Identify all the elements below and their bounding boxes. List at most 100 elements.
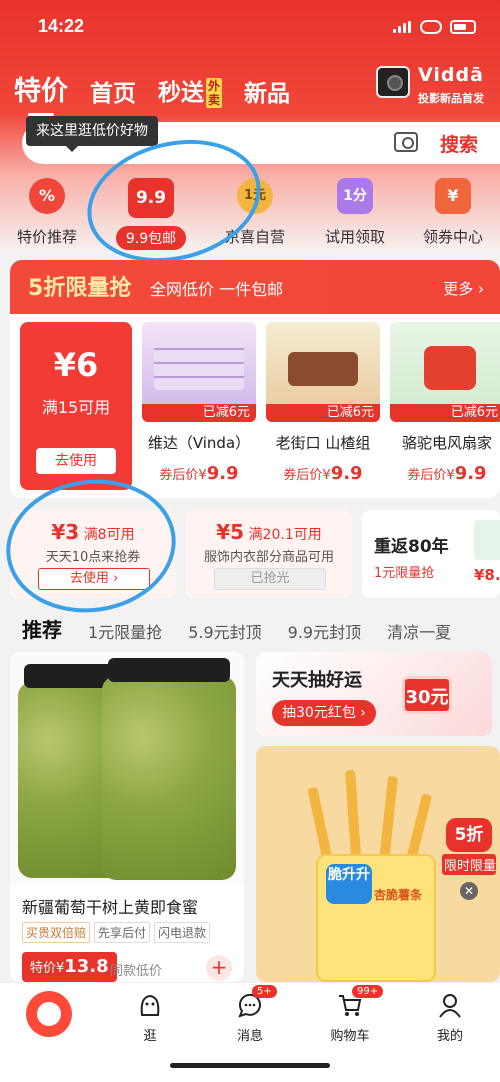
chevron-right-icon: › (478, 280, 484, 298)
flash-sale-header[interactable]: 5折限量抢 全网低价 一件包邮 更多 › (10, 260, 500, 314)
jar-lid (108, 658, 230, 682)
lucky-draw-button[interactable]: 抽30元红包 › (272, 700, 376, 726)
percent-icon: % (29, 178, 65, 214)
snack-flavor: 杏脆薯条 (374, 888, 423, 902)
status-time: 14:22 (38, 16, 85, 36)
product-title: 新疆葡萄干树上黄即食蜜 (22, 898, 199, 917)
gift-box-icon: 9.9 (128, 178, 174, 218)
discount-badge: 已减6元 (142, 404, 256, 422)
user-icon (436, 991, 464, 1019)
retro-subtitle: 1元限量抢 (374, 566, 435, 581)
flash-sale-subtitle: 全网低价 一件包邮 (150, 280, 284, 299)
flash-product[interactable]: 已减6元 老街口 山楂组 券后价¥9.9 (266, 322, 380, 490)
more-link[interactable]: 更多 › (443, 278, 484, 299)
nav-label: 消息 (236, 1029, 263, 1044)
product-tags: 买贵双倍赔 先享后付 闪电退款 (22, 922, 211, 943)
flash-sale-card: 5折限量抢 全网低价 一件包邮 更多 › ¥6 满15可用 去使用 已减6元 维… (10, 260, 500, 498)
tab-home[interactable]: 首页 (90, 74, 136, 108)
tissue-pack-image (154, 338, 244, 390)
coupon-amount: ¥3 (51, 520, 80, 544)
search-bar[interactable]: 来这里逛低价好物 搜索 (22, 116, 500, 164)
lucky-draw-card[interactable]: 天天抽好运 抽30元红包 › 30元 (256, 652, 492, 736)
price-label: 券后价¥ (159, 468, 207, 483)
discount-badge: 已减6元 (390, 404, 500, 422)
discount-badge: 已减6元 (266, 404, 380, 422)
product-price: 券后价¥9.9 (266, 463, 380, 484)
tab-delivery-label: 秒送 (158, 79, 204, 106)
nav-profile[interactable]: 我的 (410, 991, 490, 1044)
top-tabs: 特价 首页 秒送 外卖 新品 (14, 64, 290, 116)
use-coupon-button[interactable]: 去使用 › (38, 568, 150, 590)
price-value: 13.8 (64, 956, 109, 977)
feed-tab-5-9[interactable]: 5.9元封顶 (188, 619, 261, 643)
category-row: % 特价推荐 9.9 9.9包邮 1元 京喜自营 1分 试用领取 ¥ 领券中心 (0, 178, 500, 252)
coupon-condition: 满20.1可用 (248, 527, 322, 543)
search-button[interactable]: 搜索 (440, 130, 478, 157)
camera-icon[interactable] (394, 132, 418, 152)
feed-tab-summer[interactable]: 清凉一夏 (387, 619, 451, 643)
tab-special[interactable]: 特价 (14, 69, 68, 116)
coupon-big[interactable]: ¥6 满15可用 去使用 (20, 322, 132, 490)
flash-sale-title: 5折限量抢 (28, 270, 131, 302)
same-price-label: 同款低价 (110, 964, 163, 979)
flash-sale-number: 5 (28, 276, 44, 301)
flash-product[interactable]: 已减6元 维达（Vinda） 券后价¥9.9 (142, 322, 256, 490)
feed-tab-9-9[interactable]: 9.9元封顶 (288, 619, 361, 643)
product-name: 维达（Vinda） (147, 434, 251, 452)
use-coupon-button[interactable]: 去使用 (36, 448, 116, 474)
snack-ad-card[interactable]: 脆升升 杏脆薯条 5折 限时限量 ✕ (256, 746, 500, 982)
category-coupon-center[interactable]: ¥ 领券中心 (408, 178, 498, 247)
face-icon (136, 991, 164, 1019)
category-label: 领券中心 (422, 228, 483, 246)
feed-tab-recommend[interactable]: 推荐 (22, 614, 62, 643)
add-to-cart-button[interactable]: + (206, 955, 232, 981)
promo-banner[interactable]: Viddā 投影新品首发 (372, 64, 494, 108)
category-label: 特价推荐 (16, 228, 77, 246)
bag-icon: 1分 (337, 178, 373, 214)
coupon-icon: ¥ (435, 178, 471, 214)
more-label: 更多 (443, 280, 474, 298)
nav-cart[interactable]: 99+ 购物车 (310, 985, 390, 1044)
tab-delivery[interactable]: 秒送 外卖 (158, 73, 222, 108)
coupon-card[interactable]: ¥3 满8可用 天天10点来抢券 去使用 › (10, 510, 176, 598)
category-self-operated[interactable]: 1元 京喜自营 (210, 178, 300, 247)
price-value: 9.9 (206, 463, 239, 484)
product-image: 已减6元 (266, 322, 380, 422)
raisin-product-image (10, 652, 244, 884)
retro-promo-card[interactable]: 重返80年 1元限量抢 ¥8.9 (362, 510, 500, 598)
retro-title: 重返80年 (374, 537, 449, 557)
coupon-desc: 天天10点来抢券 (45, 550, 141, 565)
link-icon (420, 20, 442, 34)
product-price: 券后价¥9.9 (390, 463, 500, 484)
category-special[interactable]: % 特价推荐 (2, 178, 92, 247)
coupon-amount: ¥5 (216, 520, 245, 544)
flash-product[interactable]: 已减6元 骆驼电风扇家 券后价¥9.9 (390, 322, 500, 490)
hawthorn-snack-image (288, 352, 358, 386)
close-icon[interactable]: ✕ (460, 882, 478, 900)
feed-tab-1yuan[interactable]: 1元限量抢 (88, 619, 162, 643)
product-image: 已减6元 (142, 322, 256, 422)
category-trial[interactable]: 1分 试用领取 (310, 178, 400, 247)
product-price: 特价¥13.8 (22, 952, 117, 982)
home-logo-icon[interactable] (26, 991, 72, 1037)
product-image: 已减6元 (390, 322, 500, 422)
sold-out-button: 已抢光 (214, 568, 326, 590)
category-label: 京喜自营 (224, 228, 285, 246)
cart-badge: 99+ (352, 985, 384, 998)
jar-image (102, 658, 236, 880)
product-tag: 买贵双倍赔 (22, 922, 91, 943)
nav-messages[interactable]: 5+ 消息 (210, 985, 290, 1044)
category-label: 试用领取 (324, 228, 385, 246)
product-card[interactable]: 新疆葡萄干树上黄即食蜜 买贵双倍赔 先享后付 闪电退款 特价¥13.8 同款低价… (10, 652, 244, 982)
tab-new[interactable]: 新品 (244, 74, 290, 108)
category-label: 9.9包邮 (115, 226, 187, 250)
message-icon: 5+ (236, 985, 277, 1019)
home-indicator (170, 1063, 330, 1068)
coupon-card[interactable]: ¥5 满20.1可用 服饰内衣部分商品可用 已抢光 (186, 510, 352, 598)
category-free-shipping[interactable]: 9.9 9.9包邮 (106, 178, 196, 250)
battery-icon (450, 20, 476, 34)
nav-browse[interactable]: 逛 (110, 991, 190, 1044)
product-name: 骆驼电风扇家 (401, 434, 492, 452)
product-name: 老街口 山楂组 (275, 434, 371, 452)
coupon-amount: ¥6 (53, 346, 99, 384)
